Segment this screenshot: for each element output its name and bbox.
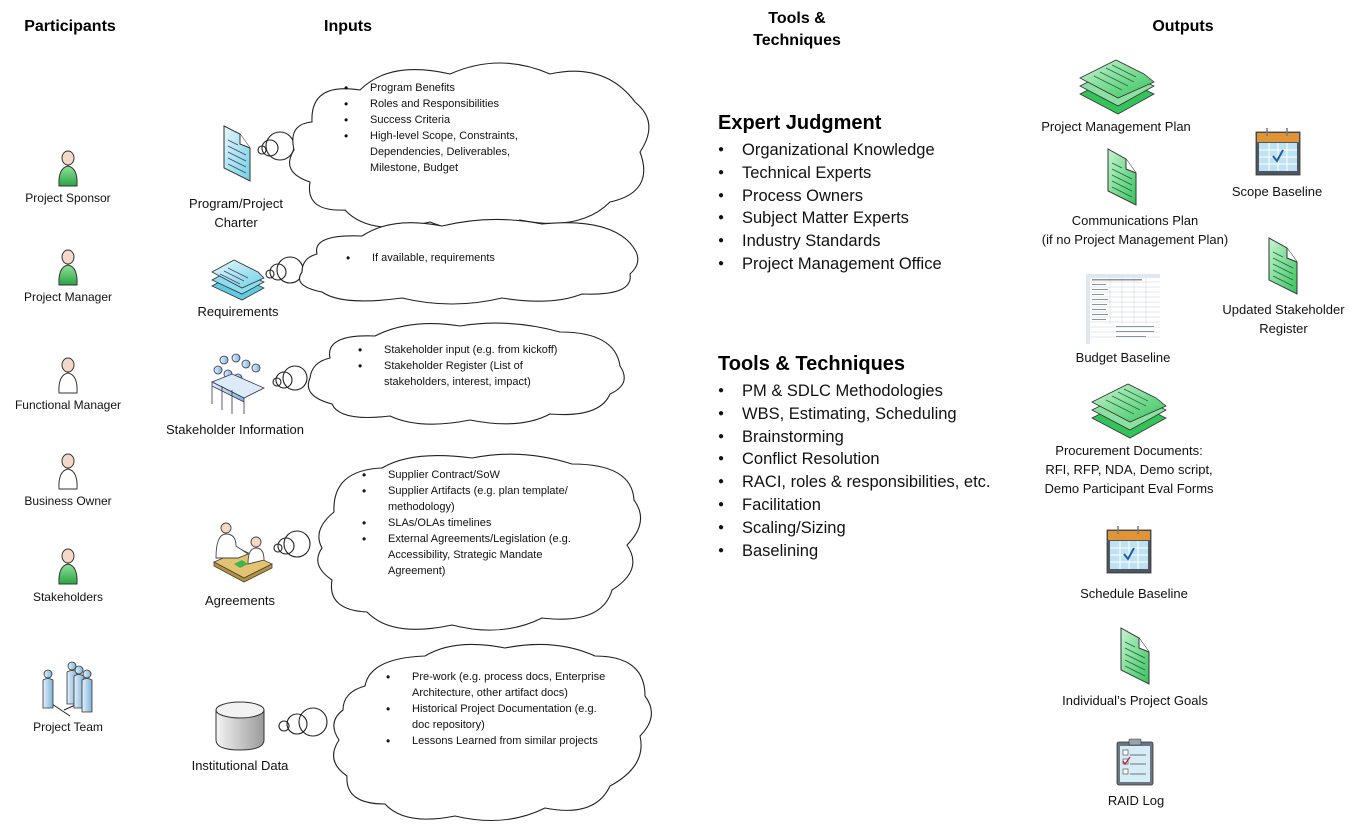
person-green-icon — [58, 548, 78, 585]
calendar-icon — [1255, 128, 1301, 176]
cloud-item: Supplier Contract/SoW — [362, 467, 597, 483]
participant-project-team: Project Team — [33, 720, 103, 734]
output-raid-log: RAID Log — [1107, 793, 1165, 808]
document-icon — [223, 125, 251, 182]
cloud-item: Historical Project Documentation (e.g. d… — [386, 701, 611, 733]
output-label-line: RFI, RFP, NDA, Demo script, — [1045, 462, 1213, 477]
document-stack-green-icon — [1091, 383, 1167, 439]
calendar-icon — [1106, 526, 1152, 574]
technique-item: RACI, roles & responsibilities, etc. — [718, 471, 991, 494]
participant-functional-manager: Functional Manager — [14, 398, 122, 412]
document-stack-green-icon — [1079, 59, 1155, 115]
output-budget-baseline: Budget Baseline — [1075, 350, 1171, 365]
outputs-header: Outputs — [1152, 18, 1214, 35]
output-project-management-plan: Project Management Plan — [1041, 119, 1191, 134]
tools-header: Tools & Techniques — [737, 8, 857, 52]
agreement-icon — [213, 522, 273, 583]
output-label-line: Demo Participant Eval Forms — [1044, 481, 1214, 496]
document-green-icon — [1268, 237, 1298, 295]
output-updated-stakeholder-register: Updated Stakeholder Register — [1206, 300, 1361, 338]
cloud-item: Roles and Responsibilities — [344, 96, 544, 112]
expert-judgment-title: Expert Judgment — [718, 112, 882, 134]
person-white-icon — [58, 357, 78, 394]
expert-judgment-item: Technical Experts — [718, 162, 942, 185]
participant-project-manager: Project Manager — [23, 290, 113, 304]
output-communications-plan: Communications Plan (if no Project Manag… — [1030, 211, 1240, 249]
document-stack-icon — [211, 259, 265, 301]
spreadsheet-icon — [1086, 274, 1160, 344]
person-white-icon — [58, 453, 78, 490]
cloud-item: Stakeholder input (e.g. from kickoff) — [358, 342, 568, 358]
cloud-item: Pre-work (e.g. process docs, Enterprise … — [386, 669, 611, 701]
expert-judgment-item: Process Owners — [718, 185, 942, 208]
cloud-list: If available, requirements — [346, 250, 566, 266]
technique-item: Brainstorming — [718, 426, 991, 449]
tools-header-line-2: Techniques — [753, 32, 841, 49]
expert-judgment-item: Industry Standards — [718, 230, 942, 253]
database-icon — [215, 701, 265, 751]
expert-judgment-item: Subject Matter Experts — [718, 207, 942, 230]
clipboard-checklist-icon — [1116, 738, 1154, 786]
participant-business-owner: Business Owner — [24, 494, 112, 508]
team-icon — [42, 661, 93, 717]
output-schedule-baseline: Schedule Baseline — [1080, 586, 1188, 601]
tools-header-line-1: Tools & — [768, 10, 826, 27]
expert-judgment-item: Organizational Knowledge — [718, 139, 942, 162]
output-scope-baseline: Scope Baseline — [1231, 184, 1323, 199]
cloud-item: Stakeholder Register (List of stakeholde… — [358, 358, 568, 390]
participants-header: Participants — [24, 18, 116, 35]
cloud-list: Pre-work (e.g. process docs, Enterprise … — [386, 669, 611, 749]
cloud-item: Supplier Artifacts (e.g. plan template/ … — [362, 483, 597, 515]
participant-stakeholders: Stakeholders — [32, 590, 104, 604]
output-label-line: Register — [1259, 321, 1308, 336]
document-green-icon — [1120, 627, 1150, 685]
output-label-line: Procurement Documents: — [1055, 443, 1203, 458]
tools-techniques-list: PM & SDLC Methodologies WBS, Estimating,… — [718, 380, 991, 562]
cloud-item: High-level Scope, Constraints, Dependenc… — [344, 128, 544, 176]
cloud-item: External Agreements/Legislation (e.g. Ac… — [362, 531, 597, 579]
cloud-list: Stakeholder input (e.g. from kickoff) St… — [358, 342, 568, 390]
technique-item: WBS, Estimating, Scheduling — [718, 403, 991, 426]
technique-item: Scaling/Sizing — [718, 517, 991, 540]
person-green-icon — [58, 150, 78, 187]
output-procurement-documents: Procurement Documents: RFI, RFP, NDA, De… — [1024, 441, 1234, 498]
output-label-line: Updated Stakeholder — [1222, 302, 1345, 317]
technique-item: PM & SDLC Methodologies — [718, 380, 991, 403]
cloud-item: Success Criteria — [344, 112, 544, 128]
cloud-list: Program Benefits Roles and Responsibilit… — [344, 80, 544, 176]
meeting-icon — [211, 353, 265, 414]
expert-judgment-item: Project Management Office — [718, 253, 942, 276]
cloud-item: SLAs/OLAs timelines — [362, 515, 597, 531]
expert-judgment-list: Organizational Knowledge Technical Exper… — [718, 139, 942, 276]
document-green-icon — [1107, 148, 1137, 206]
output-label-line: (if no Project Management Plan) — [1041, 232, 1229, 247]
output-individuals-project-goals: Individual’s Project Goals — [1062, 693, 1208, 708]
technique-item: Conflict Resolution — [718, 448, 991, 471]
cloud-item: Program Benefits — [344, 80, 544, 96]
technique-item: Facilitation — [718, 494, 991, 517]
person-green-icon — [58, 249, 78, 286]
tools-techniques-title: Tools & Techniques — [718, 353, 906, 375]
inputs-header: Inputs — [324, 18, 372, 35]
output-label-line: Communications Plan — [1071, 213, 1199, 228]
technique-item: Baselining — [718, 540, 991, 563]
cloud-item: Lessons Learned from similar projects — [386, 733, 611, 749]
cloud-item: If available, requirements — [346, 250, 566, 266]
cloud-list: Supplier Contract/SoW Supplier Artifacts… — [362, 467, 597, 579]
participant-project-sponsor: Project Sponsor — [25, 191, 111, 205]
